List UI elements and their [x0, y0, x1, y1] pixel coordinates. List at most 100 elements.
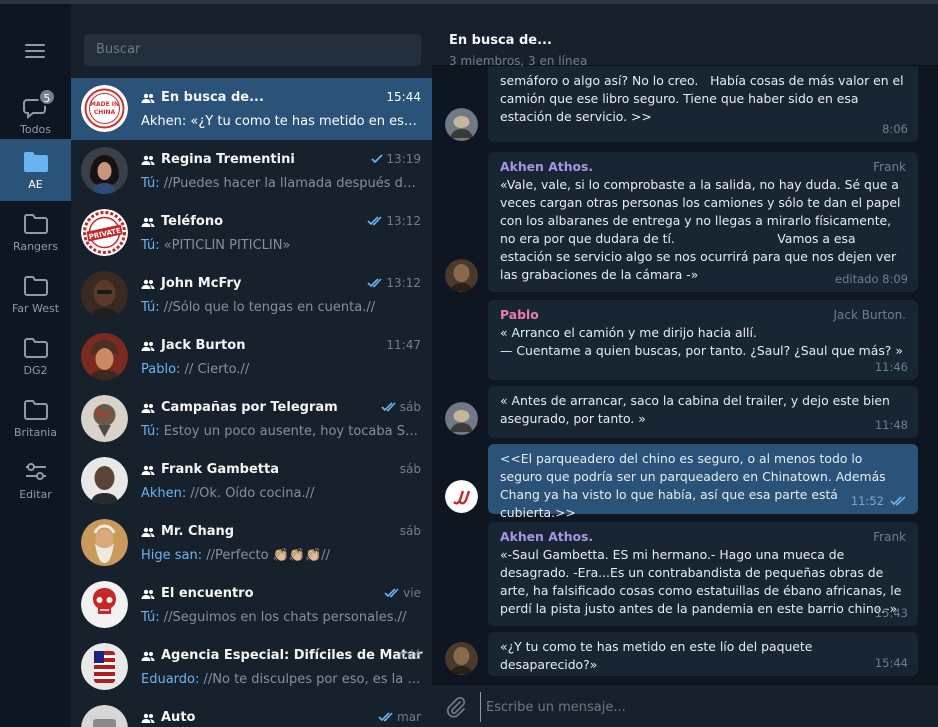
preview-sender: Tú: — [141, 424, 160, 439]
preview-sender: Tú: — [141, 300, 160, 315]
folder-label: Britania — [14, 426, 57, 439]
preview-sender: Hige san: — [141, 548, 203, 563]
message-bubble[interactable]: « Antes de arrancar, saco la cabina del … — [488, 386, 918, 438]
folder-todos[interactable]: 5 Todos — [0, 84, 71, 146]
chat-name: El encuentro — [141, 586, 254, 601]
chat-title: Jack Burton — [161, 338, 246, 353]
message-role: Jack Burton. — [833, 308, 907, 322]
folder-label: DG2 — [23, 364, 48, 377]
search-input[interactable] — [84, 34, 421, 66]
chat-row-mr-chang[interactable]: Mr. Chang sáb Hige san: //Perfecto 👏🏼👏🏼👏… — [71, 512, 432, 574]
folder-britania[interactable]: Britania — [0, 387, 71, 449]
chat-time: 11:47 — [386, 338, 421, 352]
preview-text: //No te disculpes por eso, es la vida re… — [203, 672, 422, 687]
message-text: «-Saul Gambetta. ES mi hermano.- Hago un… — [500, 547, 906, 616]
time-text: 8:06 — [882, 122, 908, 136]
chat-name: John McFry — [141, 276, 241, 291]
time-text: 15:44 — [386, 90, 421, 104]
paperclip-icon[interactable] — [445, 696, 467, 718]
folder-editar[interactable]: Editar — [0, 449, 71, 511]
message-role: Frank — [873, 160, 906, 174]
message-bubble[interactable]: Pablo Jack Burton. « Arranco el camión y… — [488, 300, 918, 380]
chat-row-jack-burton[interactable]: Jack Burton 11:47 Pablo: // Cierto.// — [71, 326, 432, 388]
group-icon — [141, 527, 155, 537]
folder-dg2[interactable]: DG2 — [0, 325, 71, 387]
conversation-title: En busca de... — [449, 33, 552, 48]
folder-far-west[interactable]: Far West — [0, 263, 71, 325]
time-text: 15:44 — [874, 656, 908, 670]
chat-row-campanas-por-telegram[interactable]: Campañas por Telegram sáb Tú: Estoy un p… — [71, 388, 432, 450]
double-check-icon — [367, 278, 382, 288]
preview-sender: Akhen: — [141, 486, 187, 501]
chat-row-telefono[interactable]: PRIVATE Teléfono 13:12 Tú: «PITICLÍN PIT… — [71, 202, 432, 264]
message-bubble[interactable]: «¿Y tu como te has metido en este lío de… — [488, 632, 918, 676]
preview-sender: Tú: — [141, 176, 160, 191]
chat-time: sáb — [400, 462, 421, 476]
message-text: «Vale, vale, si lo comprobaste a la sali… — [500, 177, 905, 282]
chat-title: Mr. Chang — [161, 524, 235, 539]
chat-time: 15:44 — [386, 90, 421, 104]
message-bubble[interactable]: Akhen Athos. Frank «-Saul Gambetta. ES m… — [488, 522, 918, 626]
group-icon — [141, 155, 155, 165]
time-text: 11:47 — [386, 338, 421, 352]
double-check-icon — [384, 588, 399, 598]
preview-text: «¿Y tu como te has metido en este lío de… — [190, 114, 421, 129]
folder-label: Far West — [11, 302, 60, 315]
chat-time: 13:12 — [367, 276, 421, 290]
chat-row-john-mcfry[interactable]: John McFry 13:12 Tú: //Sólo que lo tenga… — [71, 264, 432, 326]
folder-rangers[interactable]: Rangers — [0, 201, 71, 263]
chat-title: El encuentro — [161, 586, 254, 601]
message-bubble[interactable]: Akhen Athos. Frank «Vale, vale, si lo co… — [488, 152, 918, 292]
avatar — [81, 333, 128, 380]
avatar: PRIVATE — [81, 209, 128, 256]
preview-text: //Seguimos en los chats personales.// — [159, 610, 407, 625]
message-time: editado 8:09 — [835, 270, 908, 288]
message-text: <<El parqueadero del chino es seguro, o … — [500, 451, 890, 520]
preview-sender: Pablo: — [141, 362, 181, 377]
chat-row-agencia-especial[interactable]: Agencia Especial: Difíciles de Matar mié… — [71, 636, 432, 698]
unread-badge: 5 — [38, 88, 56, 106]
message-bubble[interactable]: semáforo o algo así? No lo creo. Había c… — [488, 66, 918, 142]
message-input[interactable] — [480, 692, 920, 722]
message-text: semáforo o algo así? No lo creo. Había c… — [500, 73, 908, 124]
chat-preview: Hige san: //Perfecto 👏🏼👏🏼👏🏼// — [141, 548, 421, 563]
message-time: 11:48 — [875, 416, 908, 434]
chat-name: Frank Gambetta — [141, 462, 279, 477]
chat-preview: Tú: //Puedes hacer la llamada después de… — [141, 176, 421, 191]
message-time: 15:43 — [875, 604, 908, 622]
conversation-panel: En busca de... 3 miembros, 3 en línea se… — [432, 4, 938, 727]
chat-preview: Tú: //Sólo que lo tengas en cuenta.// — [141, 300, 421, 315]
group-icon — [141, 279, 155, 289]
avatar — [445, 480, 478, 513]
chat-row-el-encuentro[interactable]: El encuentro vie Tú: //Seguimos en los c… — [71, 574, 432, 636]
avatar — [445, 259, 478, 292]
folder-icon — [24, 400, 48, 420]
chat-title: Agencia Especial: Difíciles de Matar — [161, 648, 423, 663]
chat-time: sáb — [400, 524, 421, 538]
preview-text: Estoy un poco ausente, hoy tocaba Space … — [163, 424, 421, 439]
avatar — [81, 395, 128, 442]
preview-text: // Cierto.// — [180, 362, 250, 377]
chat-title: Campañas por Telegram — [161, 400, 338, 415]
chat-row-frank-gambetta[interactable]: Frank Gambetta sáb Akhen: //Ok. Oído coc… — [71, 450, 432, 512]
time-text: 13:12 — [386, 276, 421, 290]
chat-list-panel: MADE IN CHINA En busca de... 15:44 Akhen… — [71, 4, 432, 727]
chat-title: Auto — [161, 710, 196, 725]
chat-title: Teléfono — [161, 214, 224, 229]
conversation-header[interactable]: En busca de... 3 miembros, 3 en línea — [432, 4, 938, 68]
chat-name: Teléfono — [141, 214, 223, 229]
avatar — [81, 271, 128, 318]
chat-row-auto[interactable]: Auto mar — [71, 698, 432, 727]
chat-row-en-busca-de[interactable]: MADE IN CHINA En busca de... 15:44 Akhen… — [71, 78, 432, 140]
double-check-icon — [378, 712, 393, 722]
group-icon — [141, 589, 155, 599]
folder-ae[interactable]: AE — [0, 139, 71, 201]
time-text: editado 8:09 — [835, 272, 908, 286]
chat-row-regina-trementini[interactable]: Regina Trementini 13:19 Tú: //Puedes hac… — [71, 140, 432, 202]
message-text: « Arranco el camión y me dirijo hacia al… — [500, 325, 903, 358]
menu-icon[interactable] — [25, 44, 45, 58]
avatar — [81, 643, 128, 690]
preview-text: «PITICLÍN PITICLIN» — [159, 238, 291, 253]
group-icon — [141, 403, 155, 413]
message-bubble[interactable]: <<El parqueadero del chino es seguro, o … — [488, 444, 918, 520]
